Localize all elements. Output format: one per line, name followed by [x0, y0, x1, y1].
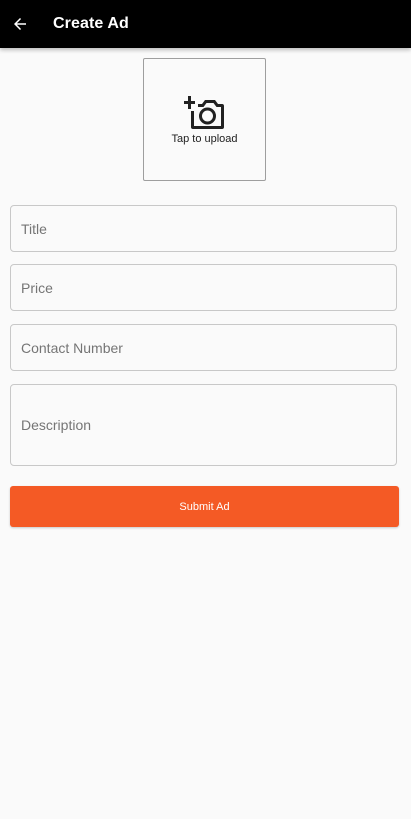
contact-number-input[interactable]	[11, 325, 396, 370]
price-input[interactable]	[11, 265, 396, 310]
add-a-photo-icon	[184, 96, 224, 129]
contact-number-field[interactable]	[10, 324, 397, 371]
description-field[interactable]	[10, 384, 397, 466]
back-button[interactable]	[0, 0, 40, 48]
app-bar: Create Ad	[0, 0, 411, 48]
price-field[interactable]	[10, 264, 397, 311]
page-title: Create Ad	[53, 15, 129, 32]
submit-ad-button[interactable]: Submit Ad	[10, 486, 399, 527]
image-upload-button[interactable]: Tap to upload	[143, 58, 266, 181]
arrow-back-icon	[14, 18, 26, 30]
title-field[interactable]	[10, 205, 397, 252]
title-input[interactable]	[11, 206, 396, 251]
description-input[interactable]	[11, 385, 396, 465]
upload-label: Tap to upload	[171, 133, 238, 145]
